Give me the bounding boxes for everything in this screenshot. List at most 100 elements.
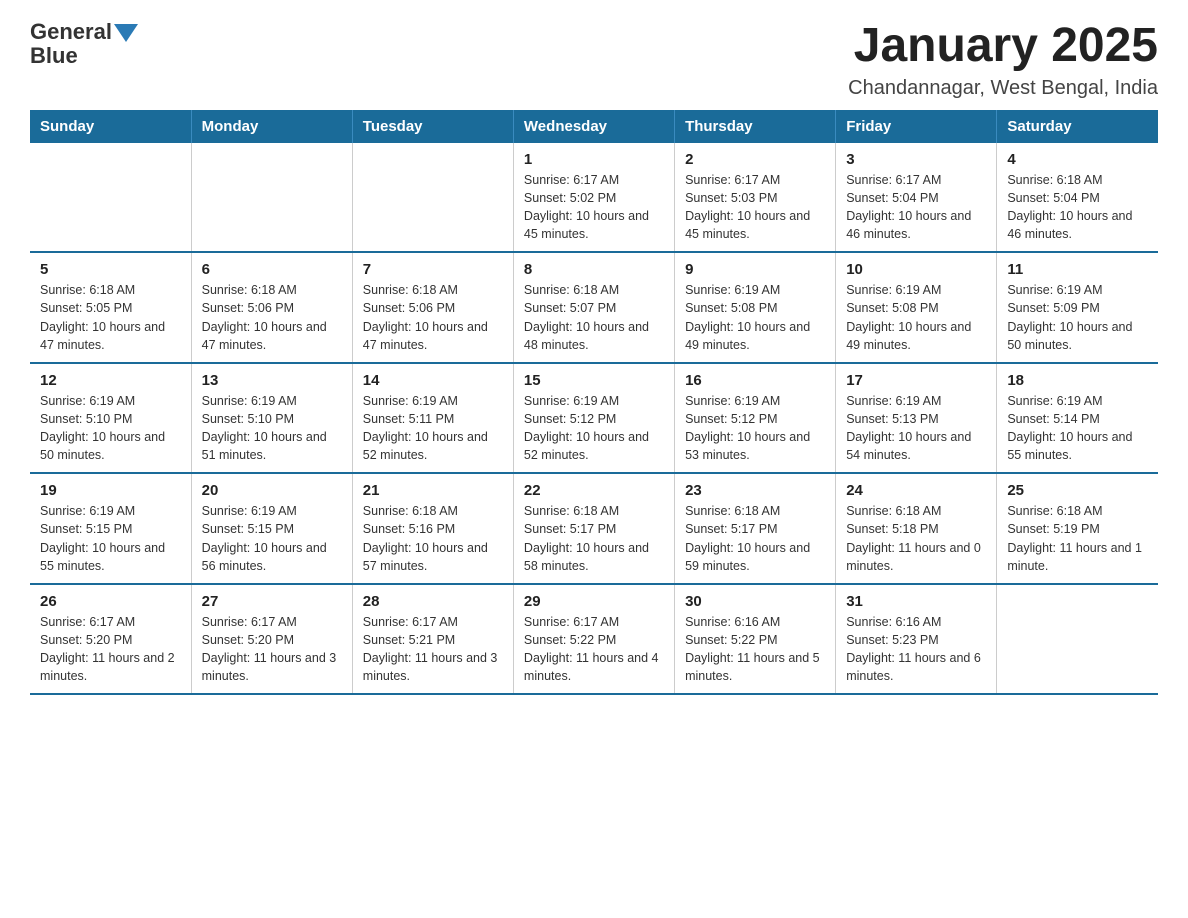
calendar-week-row: 5 Sunrise: 6:18 AM Sunset: 5:05 PM Daylig… xyxy=(30,252,1158,363)
calendar-cell: 3 Sunrise: 6:17 AM Sunset: 5:04 PM Daylig… xyxy=(836,143,997,253)
day-number: 30 xyxy=(685,593,825,610)
day-number: 8 xyxy=(524,261,664,278)
day-number: 29 xyxy=(524,593,664,610)
day-info: Sunrise: 6:19 AM Sunset: 5:14 PM Dayligh… xyxy=(1007,392,1148,465)
day-number: 7 xyxy=(363,261,503,278)
day-number: 15 xyxy=(524,372,664,389)
day-number: 25 xyxy=(1007,482,1148,499)
day-number: 11 xyxy=(1007,261,1148,278)
day-number: 28 xyxy=(363,593,503,610)
day-number: 14 xyxy=(363,372,503,389)
calendar-cell: 17Sunrise: 6:19 AM Sunset: 5:13 PM Dayli… xyxy=(836,363,997,474)
calendar-week-row: 12Sunrise: 6:19 AM Sunset: 5:10 PM Dayli… xyxy=(30,363,1158,474)
day-info: Sunrise: 6:18 AM Sunset: 5:04 PM Dayligh… xyxy=(1007,171,1148,244)
calendar-cell: 24Sunrise: 6:18 AM Sunset: 5:18 PM Dayli… xyxy=(836,473,997,584)
day-number: 20 xyxy=(202,482,342,499)
day-info: Sunrise: 6:19 AM Sunset: 5:15 PM Dayligh… xyxy=(202,502,342,575)
calendar-cell: 27Sunrise: 6:17 AM Sunset: 5:20 PM Dayli… xyxy=(191,584,352,695)
calendar-cell: 26 Sunrise: 6:17 AM Sunset: 5:20 PM Dayli… xyxy=(30,584,191,695)
weekday-header-monday: Monday xyxy=(191,110,352,143)
calendar-table: SundayMondayTuesdayWednesdayThursdayFrid… xyxy=(30,110,1158,696)
day-info: Sunrise: 6:17 AM Sunset: 5:20 PM Dayligh… xyxy=(40,613,181,686)
day-info: Sunrise: 6:17 AM Sunset: 5:02 PM Dayligh… xyxy=(524,171,664,244)
day-number: 4 xyxy=(1007,151,1148,168)
weekday-header-friday: Friday xyxy=(836,110,997,143)
calendar-cell: 30 Sunrise: 6:16 AM Sunset: 5:22 PM Dayli… xyxy=(675,584,836,695)
logo: General Blue xyxy=(30,20,138,68)
calendar-cell xyxy=(30,143,191,253)
day-number: 13 xyxy=(202,372,342,389)
calendar-cell: 29Sunrise: 6:17 AM Sunset: 5:22 PM Dayli… xyxy=(513,584,674,695)
calendar-cell: 13 Sunrise: 6:19 AM Sunset: 5:10 PM Dayli… xyxy=(191,363,352,474)
calendar-cell: 22Sunrise: 6:18 AM Sunset: 5:17 PM Dayli… xyxy=(513,473,674,584)
calendar-cell xyxy=(191,143,352,253)
calendar-cell: 31Sunrise: 6:16 AM Sunset: 5:23 PM Dayli… xyxy=(836,584,997,695)
day-info: Sunrise: 6:19 AM Sunset: 5:15 PM Dayligh… xyxy=(40,502,181,575)
weekday-header-row: SundayMondayTuesdayWednesdayThursdayFrid… xyxy=(30,110,1158,143)
day-info: Sunrise: 6:19 AM Sunset: 5:13 PM Dayligh… xyxy=(846,392,986,465)
logo-text-blue: Blue xyxy=(30,43,78,68)
weekday-header-sunday: Sunday xyxy=(30,110,191,143)
day-info: Sunrise: 6:18 AM Sunset: 5:06 PM Dayligh… xyxy=(202,281,342,354)
calendar-cell: 14 Sunrise: 6:19 AM Sunset: 5:11 PM Dayli… xyxy=(352,363,513,474)
title-area: January 2025 Chandannagar, West Bengal, … xyxy=(848,20,1158,100)
calendar-subtitle: Chandannagar, West Bengal, India xyxy=(848,77,1158,100)
calendar-cell: 19 Sunrise: 6:19 AM Sunset: 5:15 PM Dayli… xyxy=(30,473,191,584)
day-number: 3 xyxy=(846,151,986,168)
day-number: 21 xyxy=(363,482,503,499)
calendar-cell: 6 Sunrise: 6:18 AM Sunset: 5:06 PM Daylig… xyxy=(191,252,352,363)
weekday-header-wednesday: Wednesday xyxy=(513,110,674,143)
day-number: 18 xyxy=(1007,372,1148,389)
calendar-week-row: 19 Sunrise: 6:19 AM Sunset: 5:15 PM Dayli… xyxy=(30,473,1158,584)
calendar-cell: 16 Sunrise: 6:19 AM Sunset: 5:12 PM Dayli… xyxy=(675,363,836,474)
day-info: Sunrise: 6:18 AM Sunset: 5:17 PM Dayligh… xyxy=(685,502,825,575)
day-info: Sunrise: 6:17 AM Sunset: 5:20 PM Dayligh… xyxy=(202,613,342,686)
day-info: Sunrise: 6:16 AM Sunset: 5:22 PM Dayligh… xyxy=(685,613,825,686)
day-info: Sunrise: 6:17 AM Sunset: 5:21 PM Dayligh… xyxy=(363,613,503,686)
calendar-cell: 7Sunrise: 6:18 AM Sunset: 5:06 PM Daylig… xyxy=(352,252,513,363)
calendar-cell xyxy=(997,584,1158,695)
day-number: 1 xyxy=(524,151,664,168)
weekday-header-thursday: Thursday xyxy=(675,110,836,143)
day-info: Sunrise: 6:18 AM Sunset: 5:17 PM Dayligh… xyxy=(524,502,664,575)
day-info: Sunrise: 6:18 AM Sunset: 5:18 PM Dayligh… xyxy=(846,502,986,575)
day-info: Sunrise: 6:19 AM Sunset: 5:12 PM Dayligh… xyxy=(524,392,664,465)
day-info: Sunrise: 6:19 AM Sunset: 5:10 PM Dayligh… xyxy=(202,392,342,465)
calendar-cell: 25 Sunrise: 6:18 AM Sunset: 5:19 PM Dayli… xyxy=(997,473,1158,584)
day-number: 9 xyxy=(685,261,825,278)
day-info: Sunrise: 6:19 AM Sunset: 5:09 PM Dayligh… xyxy=(1007,281,1148,354)
calendar-cell: 4 Sunrise: 6:18 AM Sunset: 5:04 PM Daylig… xyxy=(997,143,1158,253)
calendar-cell: 21Sunrise: 6:18 AM Sunset: 5:16 PM Dayli… xyxy=(352,473,513,584)
page-header: General Blue January 2025 Chandannagar, … xyxy=(30,20,1158,100)
day-info: Sunrise: 6:19 AM Sunset: 5:10 PM Dayligh… xyxy=(40,392,181,465)
day-info: Sunrise: 6:18 AM Sunset: 5:19 PM Dayligh… xyxy=(1007,502,1148,575)
day-info: Sunrise: 6:19 AM Sunset: 5:12 PM Dayligh… xyxy=(685,392,825,465)
calendar-cell: 15 Sunrise: 6:19 AM Sunset: 5:12 PM Dayli… xyxy=(513,363,674,474)
day-info: Sunrise: 6:17 AM Sunset: 5:04 PM Dayligh… xyxy=(846,171,986,244)
weekday-header-saturday: Saturday xyxy=(997,110,1158,143)
day-number: 19 xyxy=(40,482,181,499)
calendar-cell: 10Sunrise: 6:19 AM Sunset: 5:08 PM Dayli… xyxy=(836,252,997,363)
day-number: 23 xyxy=(685,482,825,499)
day-number: 16 xyxy=(685,372,825,389)
day-number: 31 xyxy=(846,593,986,610)
day-info: Sunrise: 6:17 AM Sunset: 5:03 PM Dayligh… xyxy=(685,171,825,244)
calendar-title: January 2025 xyxy=(848,20,1158,73)
logo-triangle-icon xyxy=(114,24,138,42)
calendar-cell: 2Sunrise: 6:17 AM Sunset: 5:03 PM Daylig… xyxy=(675,143,836,253)
calendar-week-row: 26 Sunrise: 6:17 AM Sunset: 5:20 PM Dayli… xyxy=(30,584,1158,695)
day-number: 6 xyxy=(202,261,342,278)
day-info: Sunrise: 6:19 AM Sunset: 5:08 PM Dayligh… xyxy=(685,281,825,354)
calendar-cell: 8 Sunrise: 6:18 AM Sunset: 5:07 PM Daylig… xyxy=(513,252,674,363)
calendar-cell: 9 Sunrise: 6:19 AM Sunset: 5:08 PM Daylig… xyxy=(675,252,836,363)
day-info: Sunrise: 6:19 AM Sunset: 5:11 PM Dayligh… xyxy=(363,392,503,465)
calendar-week-row: 1 Sunrise: 6:17 AM Sunset: 5:02 PM Daylig… xyxy=(30,143,1158,253)
calendar-cell xyxy=(352,143,513,253)
day-number: 5 xyxy=(40,261,181,278)
calendar-cell: 5 Sunrise: 6:18 AM Sunset: 5:05 PM Daylig… xyxy=(30,252,191,363)
day-number: 26 xyxy=(40,593,181,610)
calendar-cell: 23 Sunrise: 6:18 AM Sunset: 5:17 PM Dayli… xyxy=(675,473,836,584)
day-info: Sunrise: 6:18 AM Sunset: 5:07 PM Dayligh… xyxy=(524,281,664,354)
day-info: Sunrise: 6:18 AM Sunset: 5:05 PM Dayligh… xyxy=(40,281,181,354)
calendar-cell: 12Sunrise: 6:19 AM Sunset: 5:10 PM Dayli… xyxy=(30,363,191,474)
